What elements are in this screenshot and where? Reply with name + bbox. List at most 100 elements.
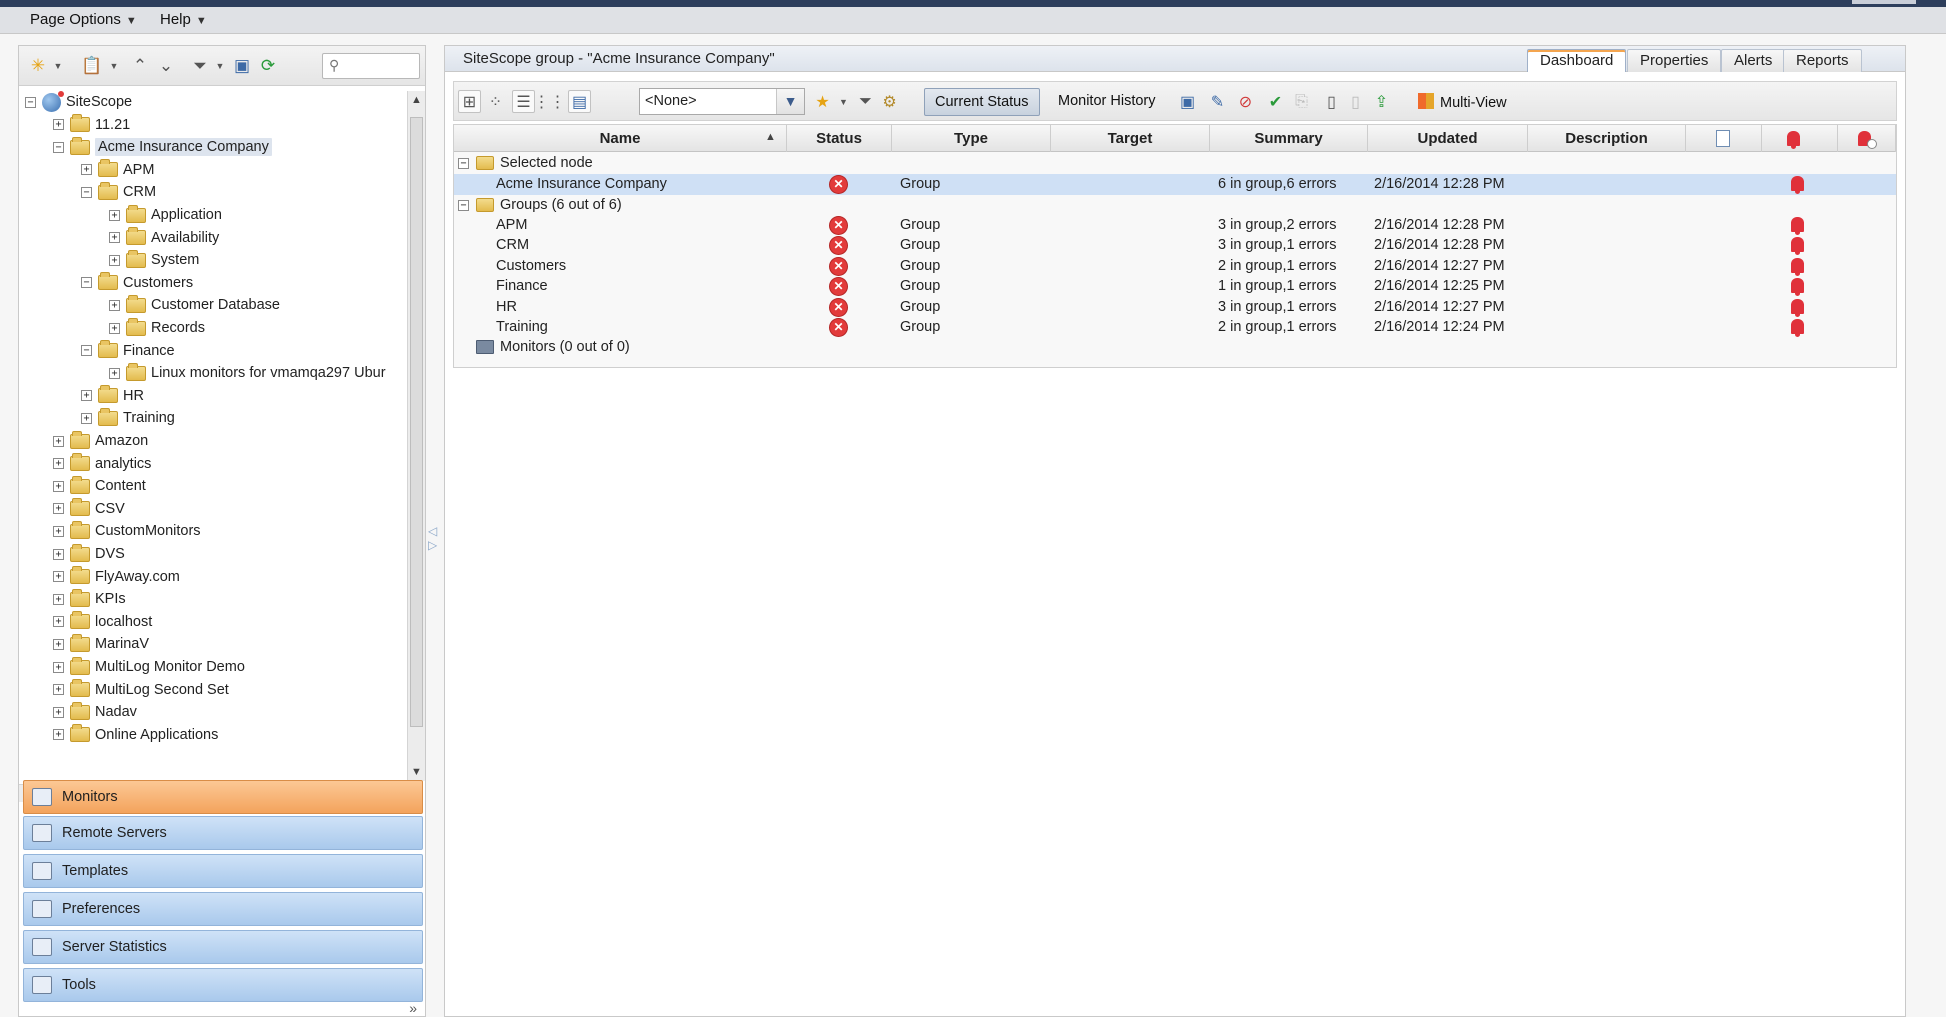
expand-icon[interactable]: + xyxy=(109,367,120,379)
tree-item[interactable]: − Finance xyxy=(81,340,175,362)
expand-icon[interactable]: + xyxy=(53,119,64,131)
edit-monitors-icon[interactable]: ✎ xyxy=(1206,90,1229,113)
tree-item[interactable]: + MultiLog Monitor Demo xyxy=(53,656,245,678)
nav-remote-servers-button[interactable]: Remote Servers xyxy=(23,816,423,850)
browse-icon[interactable]: ▤ xyxy=(568,90,591,113)
tree-item[interactable]: − Customers xyxy=(81,272,193,294)
collapse-icon[interactable]: − xyxy=(458,200,469,211)
expand-icon[interactable]: + xyxy=(109,209,120,221)
filter-icon[interactable]: ⏷ xyxy=(854,90,877,113)
nav-tools-button[interactable]: Tools xyxy=(23,968,423,1002)
chevron-down-icon[interactable]: ▼ xyxy=(209,55,231,77)
tree-item[interactable]: + CSV xyxy=(53,498,125,520)
alert-icon[interactable] xyxy=(1791,278,1804,297)
alert-icon[interactable] xyxy=(1791,298,1804,317)
favorite-filter-select[interactable]: <None> ▼ xyxy=(639,88,805,115)
monitors-section[interactable]: Monitors (0 out of 0) xyxy=(454,337,1896,358)
selected-node-section[interactable]: − Selected node xyxy=(454,153,1896,174)
groups-section[interactable]: − Groups (6 out of 6) xyxy=(454,195,1896,216)
expand-icon[interactable]: + xyxy=(81,164,92,176)
alert-icon[interactable] xyxy=(1791,257,1804,276)
table-row[interactable]: CRM ✕ Group 3 in group,1 errors 2/16/2014 12… xyxy=(454,235,1896,256)
server-icon[interactable]: ▣ xyxy=(231,55,253,77)
page-options-menu[interactable]: Page Options ▼ xyxy=(30,11,137,28)
nav-preferences-button[interactable]: Preferences xyxy=(23,892,423,926)
tree-item[interactable]: + Customer Database xyxy=(109,294,280,316)
grid-view-icon[interactable]: ⋮⋮ xyxy=(534,90,566,113)
tree-item[interactable]: + Linux monitors for vmamqa297 Ubur xyxy=(109,362,386,384)
collapse-all-icon[interactable]: ⌃ xyxy=(129,55,151,77)
monitor-history-button[interactable]: Monitor History xyxy=(1048,88,1166,116)
tree-item[interactable]: + Nadav xyxy=(53,701,137,723)
tree-item[interactable]: + Application xyxy=(109,204,222,226)
expand-icon[interactable]: + xyxy=(53,525,64,537)
copy-icon[interactable]: ⎘ xyxy=(1290,90,1313,113)
tree-item[interactable]: + Training xyxy=(81,407,175,429)
favorite-star-icon[interactable]: ★ xyxy=(811,90,834,113)
tree-item[interactable]: + analytics xyxy=(53,453,151,475)
table-row[interactable]: APM ✕ Group 3 in group,2 errors 2/16/2014 12… xyxy=(454,215,1896,236)
clipboard-icon[interactable]: 📋 xyxy=(81,55,103,77)
tree-item[interactable]: + Content xyxy=(53,475,146,497)
table-row[interactable]: Training ✕ Group 2 in group,1 errors 2/16/20… xyxy=(454,317,1896,338)
tree-view-icon[interactable]: ⊞ xyxy=(458,90,481,113)
acknowledge-icon[interactable]: ✔ xyxy=(1264,90,1287,113)
table-row[interactable]: Customers ✕ Group 2 in group,1 errors 2/16/2… xyxy=(454,256,1896,277)
chevron-down-icon[interactable]: ▼ xyxy=(776,89,804,114)
alert-icon[interactable] xyxy=(1791,237,1804,256)
expand-icon[interactable]: + xyxy=(53,480,64,492)
expand-icon[interactable]: + xyxy=(53,638,64,650)
delete-icon[interactable]: ▯ xyxy=(1344,90,1367,113)
collapse-icon[interactable]: − xyxy=(81,345,92,357)
tree-item[interactable]: + KPIs xyxy=(53,588,126,610)
scroll-up-icon[interactable]: ▲ xyxy=(411,94,422,106)
collapse-icon[interactable]: − xyxy=(81,186,92,198)
tree-item[interactable]: + HR xyxy=(81,385,144,407)
expand-icon[interactable]: + xyxy=(81,412,92,424)
tree-item[interactable]: + Records xyxy=(109,317,205,339)
expand-icon[interactable]: + xyxy=(53,706,64,718)
expand-icon[interactable]: + xyxy=(53,616,64,628)
refresh-icon[interactable]: ⟳ xyxy=(257,55,279,77)
expand-icon[interactable]: + xyxy=(53,593,64,605)
column-header-alerts[interactable] xyxy=(1762,125,1838,152)
chevron-down-icon[interactable]: ▼ xyxy=(47,55,69,77)
collapse-panel-icon[interactable]: ◁ ▷ xyxy=(428,524,437,552)
chevron-down-icon[interactable]: ▼ xyxy=(103,55,125,77)
tab-properties[interactable]: Properties xyxy=(1627,49,1722,72)
nav-monitors-button[interactable]: Monitors xyxy=(23,780,423,814)
expand-icon[interactable]: + xyxy=(53,684,64,696)
expand-icon[interactable]: + xyxy=(109,254,120,266)
tree-item[interactable]: + MultiLog Second Set xyxy=(53,679,229,701)
chevron-down-icon[interactable]: ▼ xyxy=(832,90,855,113)
alert-icon[interactable] xyxy=(1791,319,1804,337)
tree-item[interactable]: − CRM xyxy=(81,181,156,203)
current-status-button[interactable]: Current Status xyxy=(924,88,1040,116)
expand-icon[interactable]: + xyxy=(109,299,120,311)
tree-item[interactable]: +11.21 xyxy=(53,114,130,136)
table-row[interactable]: Finance ✕ Group 1 in group,1 errors 2/16/201… xyxy=(454,276,1896,297)
tree-item[interactable]: + MarinaV xyxy=(53,633,149,655)
column-header-name[interactable]: Name xyxy=(454,125,787,152)
collapse-icon[interactable]: − xyxy=(25,96,36,108)
edit-filter-icon[interactable]: ⚙ xyxy=(878,90,901,113)
tree-item[interactable]: + Availability xyxy=(109,227,219,249)
list-view-icon[interactable]: ☰ xyxy=(512,90,535,113)
nav-templates-button[interactable]: Templates xyxy=(23,854,423,888)
scroll-down-icon[interactable]: ▼ xyxy=(411,766,422,778)
collapse-icon[interactable]: − xyxy=(81,277,92,289)
expand-icon[interactable]: + xyxy=(53,458,64,470)
tree-item[interactable]: − SiteScope xyxy=(25,91,132,113)
tree-item[interactable]: + localhost xyxy=(53,611,152,633)
expand-icon[interactable]: + xyxy=(53,661,64,673)
tree-item[interactable]: + APM xyxy=(81,159,154,181)
collapse-icon[interactable]: − xyxy=(458,158,469,169)
alert-icon[interactable] xyxy=(1791,217,1804,235)
tree-item[interactable]: + DVS xyxy=(53,543,125,565)
tree-item[interactable]: − Acme Insurance Company xyxy=(53,136,272,158)
tree-vertical-scrollbar[interactable]: ▲ ▼ xyxy=(407,91,425,781)
tab-alerts[interactable]: Alerts xyxy=(1721,49,1786,72)
run-monitors-icon[interactable]: ▣ xyxy=(1176,90,1199,113)
tab-reports[interactable]: Reports xyxy=(1783,49,1862,72)
expand-icon[interactable]: + xyxy=(53,435,64,447)
